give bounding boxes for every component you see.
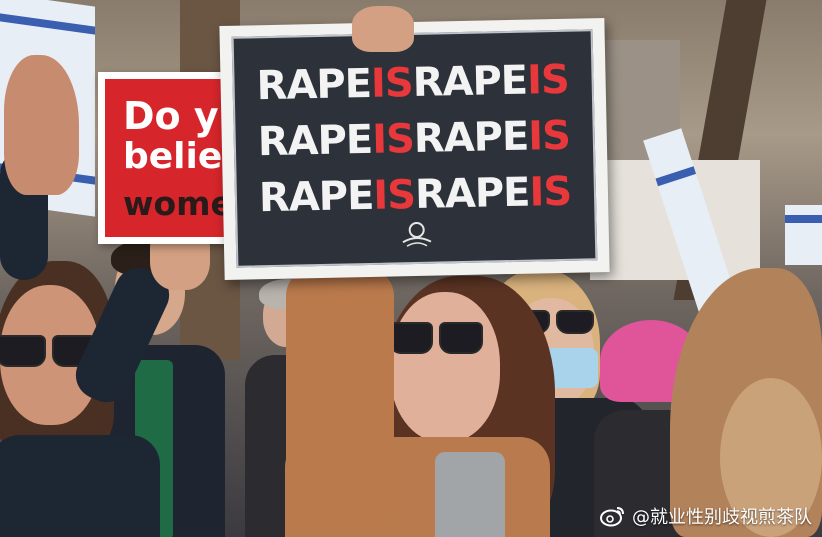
sign-word: RAPE — [257, 116, 373, 166]
sign-word: IS — [527, 112, 571, 160]
sign-word: IS — [372, 172, 416, 219]
sign-word: IS — [370, 60, 414, 107]
watermark-text: @就业性别歧视煎茶队 — [632, 507, 812, 528]
sunglasses — [389, 322, 483, 354]
person-foreground-right — [660, 268, 822, 537]
sign-word: IS — [371, 116, 415, 163]
protest-photo: Do y believe women RAPE IS RAPE IS RAPE … — [0, 0, 822, 537]
sign-word: IS — [528, 168, 572, 216]
sign-word: RAPE — [256, 60, 372, 110]
main-protest-sign: RAPE IS RAPE IS RAPE IS RAPE IS RAPE IS … — [219, 17, 610, 281]
israeli-flag — [785, 205, 822, 265]
raised-hand-left — [4, 55, 79, 195]
sign-row: RAPE IS RAPE IS — [258, 168, 577, 222]
sign-word: RAPE — [414, 169, 530, 218]
organization-emblem-icon — [401, 221, 431, 247]
sign-word: RAPE — [413, 113, 529, 163]
sign-row: RAPE IS RAPE IS — [257, 112, 575, 166]
hand-gripping-sign — [352, 6, 414, 52]
sign-word: RAPE — [258, 172, 374, 222]
weibo-watermark: @就业性别歧视煎茶队 — [600, 503, 812, 529]
weibo-icon — [600, 507, 624, 527]
sign-word: IS — [526, 56, 570, 104]
sign-word: RAPE — [412, 57, 528, 107]
raised-arm-center — [286, 268, 394, 528]
sign-row: RAPE IS RAPE IS — [256, 56, 574, 110]
